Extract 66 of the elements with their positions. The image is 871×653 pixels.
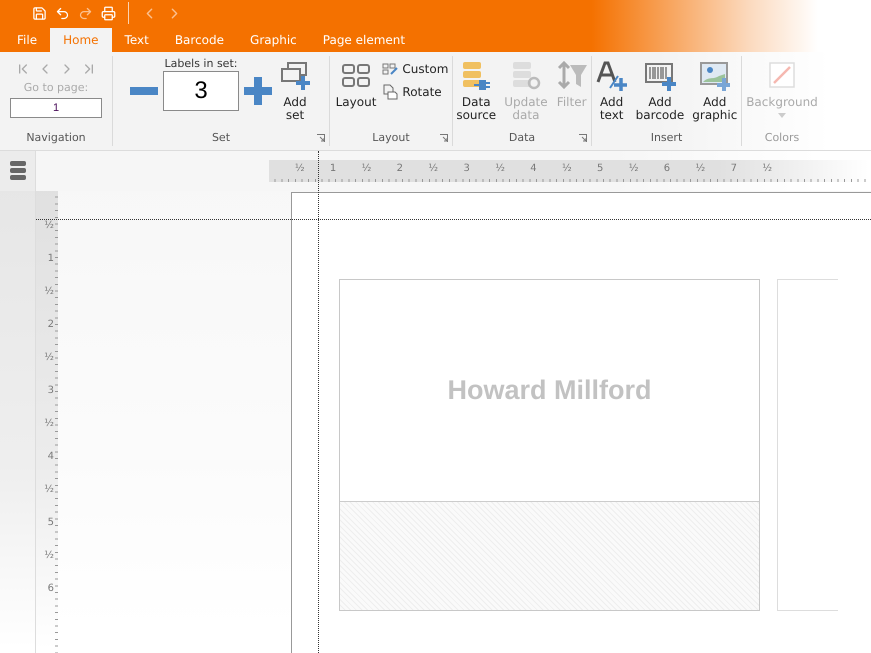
- minus-icon: [130, 87, 158, 95]
- rotate-button[interactable]: Rotate: [382, 84, 448, 100]
- group-title: Set: [212, 131, 230, 144]
- ruler-label: 7: [730, 163, 737, 174]
- increase-button[interactable]: [243, 76, 273, 106]
- add-barcode-button[interactable]: Add barcode: [634, 58, 686, 124]
- ruler-label: 6: [48, 583, 54, 594]
- add-image-icon: [698, 60, 731, 92]
- custom-button[interactable]: Custom: [382, 62, 448, 76]
- ruler-label: ½: [44, 352, 54, 363]
- ruler-label: ½: [696, 163, 706, 174]
- ruler-label: 2: [396, 163, 404, 174]
- stacked-list-icon: [8, 160, 26, 182]
- add-text-icon: [596, 60, 628, 92]
- ruler-label: 1: [48, 253, 54, 264]
- database-plug-icon: [460, 60, 492, 92]
- caret-icon: [778, 113, 786, 118]
- ruler-label: ½: [44, 550, 54, 561]
- print-icon: [101, 6, 116, 20]
- data-source-button[interactable]: Data source: [454, 58, 498, 124]
- ruler-label: 4: [530, 163, 537, 174]
- labels-in-set-label: Labels in set:: [164, 57, 238, 70]
- add-set-button[interactable]: Add set: [277, 58, 313, 124]
- ruler-label: 5: [597, 163, 604, 174]
- go-to-page-label: Go to page:: [24, 81, 88, 94]
- plus-icon: [244, 77, 272, 105]
- ruler-label: 1: [330, 163, 336, 174]
- dialog-launcher-icon[interactable]: [440, 134, 448, 142]
- custom-layout-icon: [382, 62, 398, 76]
- ruler-label: ½: [44, 286, 54, 297]
- ruler-label: ½: [44, 220, 54, 231]
- group-title: Layout: [372, 131, 410, 144]
- ruler-label: 4: [48, 451, 54, 462]
- ruler-label: ½: [495, 163, 505, 174]
- ruler-label: ½: [362, 163, 372, 174]
- undo-icon: [55, 6, 70, 20]
- ruler-label: ½: [428, 163, 438, 174]
- ruler-label: ½: [44, 484, 54, 495]
- group-title: Data: [508, 131, 536, 144]
- add-barcode-icon: [644, 60, 676, 92]
- ruler-label: 3: [48, 385, 54, 396]
- labels-count-field[interactable]: 3: [163, 71, 239, 111]
- ruler-label: 6: [664, 163, 670, 174]
- ruler-label: ½: [294, 163, 305, 174]
- save-icon: [32, 6, 47, 20]
- add-text-button[interactable]: Add text: [594, 58, 630, 124]
- filter-icon: [556, 60, 588, 92]
- label-text: Howard Millford: [448, 375, 652, 406]
- ruler-label: ½: [562, 163, 572, 174]
- ruler-label: 2: [48, 319, 54, 330]
- ruler-label: ½: [628, 163, 638, 174]
- page-number-field[interactable]: 1: [10, 98, 102, 118]
- dialog-launcher-icon[interactable]: [317, 134, 325, 142]
- group-title: Colors: [764, 131, 800, 144]
- group-title: Insert: [650, 131, 682, 144]
- ruler-label: 5: [48, 517, 54, 528]
- dialog-launcher-icon[interactable]: [579, 134, 587, 142]
- add-graphic-button[interactable]: Add graphic: [690, 58, 740, 124]
- redo-icon: [78, 6, 93, 20]
- ruler-label: ½: [44, 418, 54, 429]
- layout-button[interactable]: Layout: [334, 58, 378, 111]
- ruler-label: ½: [762, 163, 772, 174]
- ruler-label: 3: [463, 163, 470, 174]
- add-stack-icon: [279, 60, 311, 92]
- group-title: Navigation: [26, 131, 86, 144]
- rotate-page-icon: [382, 84, 398, 100]
